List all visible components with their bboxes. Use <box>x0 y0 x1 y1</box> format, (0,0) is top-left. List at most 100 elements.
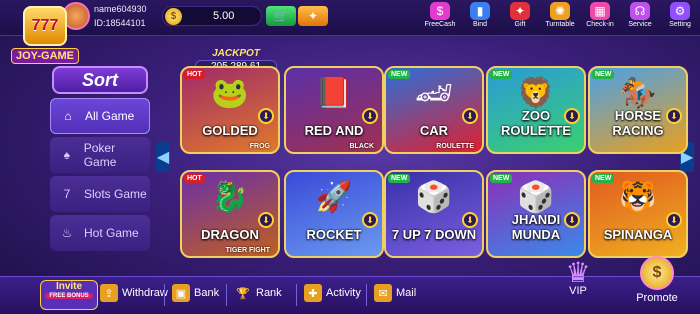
category-label: Hot Game <box>84 226 139 240</box>
download-icon[interactable]: ⬇ <box>362 212 378 228</box>
gift-icon: ✦ <box>510 2 530 20</box>
topnav-label: Setting <box>669 21 691 28</box>
topnav-item[interactable]: ☊ Service <box>620 2 660 34</box>
game-name: JHANDI MUNDA <box>511 212 561 242</box>
username: name604930 <box>94 4 147 14</box>
download-icon[interactable]: ⬇ <box>258 212 274 228</box>
topnav-label: FreeCash <box>424 21 456 28</box>
scroll-left-button[interactable]: ◀ <box>156 142 170 172</box>
download-icon[interactable]: ⬇ <box>462 108 478 124</box>
category-tab[interactable]: ⌂ All Game <box>50 98 150 134</box>
bonus-button[interactable]: ✦ <box>298 6 328 26</box>
vip-button[interactable]: ♛ VIP <box>552 256 604 312</box>
topnav-item[interactable]: ▦ Check-in <box>580 2 620 34</box>
category-tab[interactable]: ♠ Poker Game <box>50 137 150 173</box>
divider <box>164 284 165 306</box>
topnav-item[interactable]: ▮ Bind <box>460 2 500 34</box>
vip-label: VIP <box>569 285 587 297</box>
topnav-label: Bind <box>472 21 487 28</box>
rank-button[interactable]: 🏆 Rank <box>234 284 282 302</box>
cart-icon: 🛒 <box>273 9 289 23</box>
topnav-item[interactable]: ✺ Turntable <box>540 2 580 34</box>
category-label: Slots Game <box>84 187 147 201</box>
mail-label: Mail <box>396 287 417 299</box>
game-card[interactable]: 🎲 NEW ⬇ JHANDI MUNDA <box>486 170 586 258</box>
promote-label: Promote <box>636 292 678 304</box>
topnav-item[interactable]: ✦ Gift <box>500 2 540 34</box>
game-tag-badge: NEW <box>388 174 411 183</box>
shop-button[interactable]: 🛒 <box>266 6 296 26</box>
cash-icon: $ <box>430 2 450 20</box>
logo-text: JOY-GAME <box>10 48 80 64</box>
bank-button[interactable]: ▣ Bank <box>172 284 219 302</box>
invite-button[interactable]: Invite FREE BONUS <box>40 280 98 310</box>
headset-icon: ☊ <box>630 2 650 20</box>
game-card[interactable]: 🐯 NEW ⬇ SPINANGA <box>588 170 688 258</box>
poker-icon: ♠ <box>63 148 71 162</box>
topnav-label: Gift <box>514 21 526 28</box>
bank-label: Bank <box>194 287 220 299</box>
jackpot-title: JACKPOT <box>212 48 260 59</box>
invite-title: Invite <box>55 281 83 292</box>
slots-icon: 7 <box>63 187 71 201</box>
game-tag-badge: NEW <box>490 70 513 79</box>
category-label: All Game <box>85 109 135 123</box>
balance-display: $ 5.00 <box>162 6 262 26</box>
mail-button[interactable]: ✉ Mail <box>374 284 416 302</box>
game-card[interactable]: 📕 ⬇ RED AND BLACK <box>284 66 384 154</box>
category-tab[interactable]: ♨ Hot Game <box>50 215 150 251</box>
game-card[interactable]: 🎲 NEW ⬇ 7 UP 7 DOWN <box>384 170 484 258</box>
game-card[interactable]: 🚀 ⬇ ROCKET <box>284 170 384 258</box>
activity-button[interactable]: ✚ Activity <box>304 284 361 302</box>
download-icon[interactable]: ⬇ <box>666 212 682 228</box>
promote-button[interactable]: $ Promote <box>626 256 688 312</box>
topnav-item[interactable]: $ FreeCash <box>420 2 460 34</box>
bonus-icon: ✦ <box>307 9 319 23</box>
app-logo: 777 JOY-GAME <box>2 2 88 68</box>
withdraw-button[interactable]: ⇪ Withdraw <box>100 284 168 302</box>
game-subtitle: ROULETTE <box>436 143 474 150</box>
calendar-icon: ▦ <box>590 2 610 20</box>
game-card[interactable]: 🏎 NEW ⬇ CAR ROULETTE <box>384 66 484 154</box>
download-icon[interactable]: ⬇ <box>362 108 378 124</box>
promote-coin-icon: $ <box>640 256 674 290</box>
game-tag-badge: NEW <box>592 174 615 183</box>
wheel-icon: ✺ <box>550 2 570 20</box>
game-card[interactable]: 🐉 HOT ⬇ DRAGON TIGER FIGHT <box>180 170 280 258</box>
hot-icon: ♨ <box>61 226 73 240</box>
game-card[interactable]: 🏇 NEW ⬇ HORSE RACING <box>588 66 688 154</box>
game-subtitle: TIGER FIGHT <box>225 247 270 254</box>
bank-icon: ▣ <box>172 284 190 302</box>
game-name: GOLDED <box>202 123 258 138</box>
download-icon[interactable]: ⬇ <box>258 108 274 124</box>
rank-label: Rank <box>256 287 282 299</box>
game-name: HORSE RACING <box>612 108 664 138</box>
game-name: SPINANGA <box>603 227 673 242</box>
game-tag-badge: HOT <box>184 70 205 79</box>
game-name: ZOO ROULETTE <box>500 108 572 138</box>
activity-icon: ✚ <box>304 284 322 302</box>
sort-header: Sort <box>52 66 148 94</box>
topnav-item[interactable]: ⚙ Setting <box>660 2 700 34</box>
category-tab[interactable]: 7 Slots Game <box>50 176 150 212</box>
download-icon[interactable]: ⬇ <box>462 212 478 228</box>
game-name: RED AND <box>304 123 364 138</box>
top-nav: $ FreeCash ▮ Bind ✦ Gift ✺ Turntable ▦ Check-in ☊ S… <box>420 2 700 34</box>
game-name: CAR <box>419 123 449 138</box>
topnav-label: Turntable <box>545 21 575 28</box>
game-card[interactable]: 🦁 NEW ⬇ ZOO ROULETTE <box>486 66 586 154</box>
coin-icon: $ <box>165 8 182 25</box>
divider <box>226 284 227 306</box>
game-name: DRAGON <box>201 227 259 242</box>
game-name: 7 UP 7 DOWN <box>391 227 477 242</box>
balance-amount: 5.00 <box>213 10 235 22</box>
user-id: ID:18544101 <box>94 18 146 28</box>
divider <box>296 284 297 306</box>
game-subtitle: BLACK <box>349 143 375 150</box>
invite-subtitle: FREE BONUS <box>45 293 93 299</box>
withdraw-label: Withdraw <box>122 287 168 299</box>
game-tag-badge: NEW <box>592 70 615 79</box>
home-icon: ⌂ <box>64 109 72 123</box>
activity-label: Activity <box>326 287 361 299</box>
game-card[interactable]: 🐸 HOT ⬇ GOLDED FROG <box>180 66 280 154</box>
